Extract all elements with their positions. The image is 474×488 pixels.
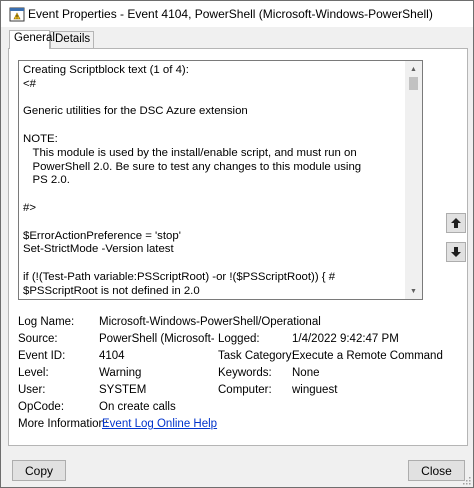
scroll-up-arrow-icon[interactable]: ▲: [405, 61, 422, 77]
scrollbar-thumb[interactable]: [409, 77, 418, 90]
logged-value: 1/4/2022 9:42:47 PM: [292, 333, 399, 345]
opcode-label: OpCode:: [18, 401, 65, 413]
event-viewer-icon: [9, 7, 25, 22]
source-value: PowerShell (Microsoft-Wind: [99, 333, 214, 345]
source-label: Source:: [18, 333, 58, 345]
window-title: Event Properties - Event 4104, PowerShel…: [28, 7, 433, 21]
tab-general[interactable]: General: [9, 30, 55, 49]
arrow-down-icon: [451, 247, 461, 257]
resize-grip-icon[interactable]: [461, 475, 471, 485]
more-information-label: More Information:: [18, 418, 109, 430]
task-category-label: Task Category:: [218, 350, 295, 362]
keywords-label: Keywords:: [218, 367, 272, 379]
tab-details[interactable]: Details: [50, 31, 94, 48]
user-label: User:: [18, 384, 46, 396]
opcode-value: On create calls: [99, 401, 176, 413]
event-properties-window: Event Properties - Event 4104, PowerShel…: [0, 0, 474, 488]
level-value: Warning: [99, 367, 142, 379]
scroll-down-arrow-icon[interactable]: ▼: [405, 283, 422, 299]
copy-button[interactable]: Copy: [12, 460, 66, 481]
computer-value: winguest: [292, 384, 338, 396]
user-value: SYSTEM: [99, 384, 147, 396]
title-bar: Event Properties - Event 4104, PowerShel…: [1, 1, 473, 27]
task-category-value: Execute a Remote Command: [292, 350, 443, 362]
keywords-value: None: [292, 367, 320, 379]
event-id-label: Event ID:: [18, 350, 66, 362]
event-description-box[interactable]: Creating Scriptblock text (1 of 4): <# G…: [18, 60, 423, 300]
level-label: Level:: [18, 367, 49, 379]
logged-label: Logged:: [218, 333, 260, 345]
computer-label: Computer:: [218, 384, 272, 396]
event-description-text: Creating Scriptblock text (1 of 4): <# G…: [23, 64, 362, 299]
log-name-label: Log Name:: [18, 316, 75, 328]
log-name-value: Microsoft-Windows-PowerShell/Operational: [99, 316, 321, 328]
general-panel: Creating Scriptblock text (1 of 4): <# G…: [8, 48, 468, 446]
arrow-up-icon: [451, 218, 461, 228]
event-id-value: 4104: [99, 350, 125, 362]
next-event-button[interactable]: [446, 242, 466, 262]
description-scrollbar[interactable]: ▲ ▼: [405, 61, 422, 299]
close-button[interactable]: Close: [408, 460, 465, 481]
event-log-online-help-link[interactable]: Event Log Online Help: [102, 418, 302, 430]
previous-event-button[interactable]: [446, 213, 466, 233]
